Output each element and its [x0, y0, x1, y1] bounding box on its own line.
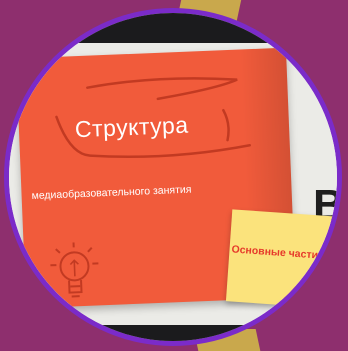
- sticky-label: Основные части: [231, 243, 319, 262]
- lightbulb-icon: [50, 242, 99, 298]
- slide-viewport: Структура медиаобразовательного занятия …: [9, 13, 337, 341]
- page-curl: [307, 286, 337, 311]
- yellow-sticky-note: Основные части: [225, 209, 337, 311]
- bottom-dark-band: [9, 325, 337, 341]
- top-dark-band: [9, 13, 337, 43]
- slide-subtitle: медиаобразовательного занятия: [31, 183, 192, 203]
- circular-frame: Структура медиаобразовательного занятия …: [4, 8, 342, 346]
